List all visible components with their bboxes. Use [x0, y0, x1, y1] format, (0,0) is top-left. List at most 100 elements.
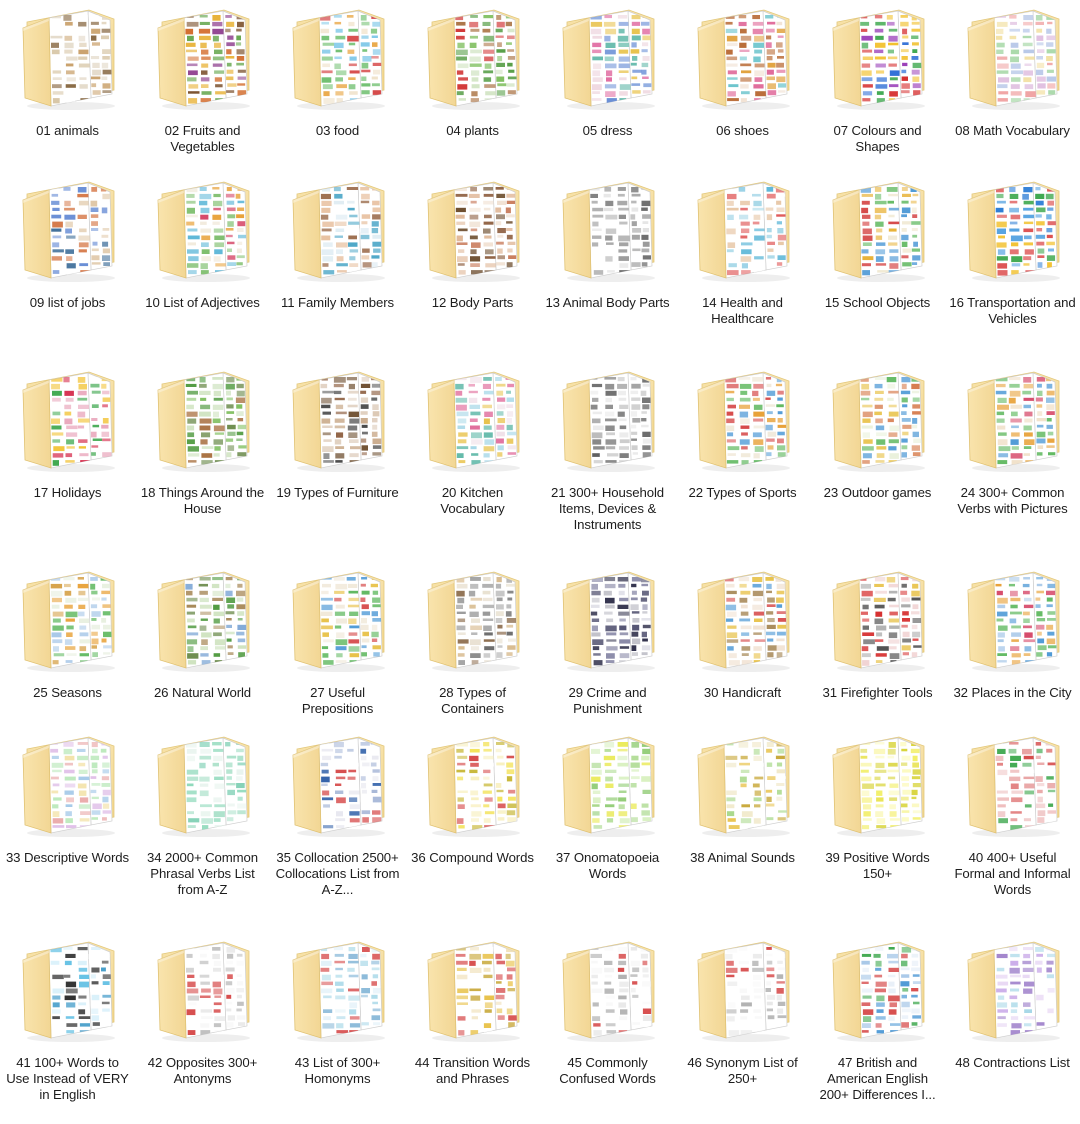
folder-icon[interactable]	[553, 178, 663, 286]
folder-icon[interactable]	[418, 178, 528, 286]
folder-icon[interactable]	[148, 368, 258, 476]
folder-icon[interactable]	[418, 568, 528, 676]
folder-icon[interactable]	[148, 6, 258, 114]
folder-label: 23 Outdoor games	[823, 485, 932, 500]
folder-icon[interactable]	[553, 568, 663, 676]
folder-item-27[interactable]: 27 Useful Prepositions	[270, 562, 405, 727]
folder-item-31[interactable]: 31 Firefighter Tools	[810, 562, 945, 727]
folder-item-22[interactable]: 22 Types of Sports	[675, 362, 810, 562]
folder-item-01[interactable]: 01 animals	[0, 0, 135, 172]
folder-icon[interactable]	[283, 178, 393, 286]
folder-item-08[interactable]: 08 Math Vocabulary	[945, 0, 1080, 172]
folder-icon[interactable]	[418, 6, 528, 114]
folder-icon[interactable]	[958, 733, 1068, 841]
folder-item-34[interactable]: 34 2000+ Common Phrasal Verbs List from …	[135, 727, 270, 932]
folder-icon[interactable]	[283, 938, 393, 1046]
folder-item-39[interactable]: 39 Positive Words 150+	[810, 727, 945, 932]
folder-icon[interactable]	[688, 733, 798, 841]
folder-icon[interactable]	[418, 733, 528, 841]
folder-item-36[interactable]: 36 Compound Words	[405, 727, 540, 932]
folder-item-19[interactable]: 19 Types of Furniture	[270, 362, 405, 562]
folder-icon[interactable]	[553, 938, 663, 1046]
folder-icon[interactable]	[283, 368, 393, 476]
folder-item-44[interactable]: 44 Transition Words and Phrases	[405, 932, 540, 1124]
folder-item-35[interactable]: 35 Collocation 2500+ Collocations List f…	[270, 727, 405, 932]
folder-item-10[interactable]: 10 List of Adjectives	[135, 172, 270, 362]
folder-grid: 01 animals 02 Fruits and Vegetables 03 f…	[0, 0, 1080, 1124]
folder-item-23[interactable]: 23 Outdoor games	[810, 362, 945, 562]
folder-icon[interactable]	[418, 368, 528, 476]
folder-item-16[interactable]: 16 Transportation and Vehicles	[945, 172, 1080, 362]
folder-item-38[interactable]: 38 Animal Sounds	[675, 727, 810, 932]
folder-icon[interactable]	[823, 938, 933, 1046]
folder-icon[interactable]	[688, 938, 798, 1046]
folder-icon[interactable]	[823, 6, 933, 114]
folder-label: 10 List of Adjectives	[145, 295, 260, 310]
folder-item-25[interactable]: 25 Seasons	[0, 562, 135, 727]
folder-item-07[interactable]: 07 Colours and Shapes	[810, 0, 945, 172]
folder-item-26[interactable]: 26 Natural World	[135, 562, 270, 727]
folder-icon[interactable]	[688, 178, 798, 286]
folder-icon[interactable]	[553, 368, 663, 476]
folder-icon[interactable]	[148, 733, 258, 841]
folder-item-43[interactable]: 43 List of 300+ Homonyms	[270, 932, 405, 1124]
folder-icon[interactable]	[13, 178, 123, 286]
folder-item-30[interactable]: 30 Handicraft	[675, 562, 810, 727]
folder-item-37[interactable]: 37 Onomatopoeia Words	[540, 727, 675, 932]
folder-label: 39 Positive Words 150+	[825, 850, 930, 882]
folder-icon[interactable]	[13, 6, 123, 114]
folder-item-42[interactable]: 42 Opposites 300+ Antonyms	[135, 932, 270, 1124]
folder-item-48[interactable]: 48 Contractions List	[945, 932, 1080, 1124]
folder-item-32[interactable]: 32 Places in the City	[945, 562, 1080, 727]
folder-item-03[interactable]: 03 food	[270, 0, 405, 172]
folder-item-33[interactable]: 33 Descriptive Words	[0, 727, 135, 932]
folder-icon[interactable]	[823, 568, 933, 676]
folder-item-28[interactable]: 28 Types of Containers	[405, 562, 540, 727]
folder-icon[interactable]	[688, 6, 798, 114]
folder-item-24[interactable]: 24 300+ Common Verbs with Pictures	[945, 362, 1080, 562]
folder-item-18[interactable]: 18 Things Around the House	[135, 362, 270, 562]
folder-item-02[interactable]: 02 Fruits and Vegetables	[135, 0, 270, 172]
folder-icon[interactable]	[13, 938, 123, 1046]
folder-item-14[interactable]: 14 Health and Healthcare	[675, 172, 810, 362]
folder-icon[interactable]	[283, 733, 393, 841]
folder-icon[interactable]	[418, 938, 528, 1046]
folder-icon[interactable]	[13, 733, 123, 841]
folder-item-06[interactable]: 06 shoes	[675, 0, 810, 172]
folder-icon[interactable]	[553, 733, 663, 841]
folder-item-45[interactable]: 45 Commonly Confused Words	[540, 932, 675, 1124]
folder-icon[interactable]	[688, 368, 798, 476]
folder-item-09[interactable]: 09 list of jobs	[0, 172, 135, 362]
folder-item-40[interactable]: 40 400+ Useful Formal and Informal Words	[945, 727, 1080, 932]
folder-item-21[interactable]: 21 300+ Household Items, Devices & Instr…	[540, 362, 675, 562]
folder-icon[interactable]	[823, 368, 933, 476]
folder-item-20[interactable]: 20 Kitchen Vocabulary	[405, 362, 540, 562]
folder-icon[interactable]	[688, 568, 798, 676]
folder-item-17[interactable]: 17 Holidays	[0, 362, 135, 562]
folder-item-29[interactable]: 29 Crime and Punishment	[540, 562, 675, 727]
folder-item-11[interactable]: 11 Family Members	[270, 172, 405, 362]
folder-icon[interactable]	[958, 938, 1068, 1046]
folder-icon[interactable]	[148, 938, 258, 1046]
folder-item-46[interactable]: 46 Synonym List of 250+	[675, 932, 810, 1124]
folder-icon[interactable]	[283, 568, 393, 676]
folder-icon[interactable]	[13, 368, 123, 476]
folder-icon[interactable]	[958, 368, 1068, 476]
folder-item-04[interactable]: 04 plants	[405, 0, 540, 172]
folder-icon[interactable]	[958, 568, 1068, 676]
folder-icon[interactable]	[148, 178, 258, 286]
folder-item-47[interactable]: 47 British and American English 200+ Dif…	[810, 932, 945, 1124]
folder-item-15[interactable]: 15 School Objects	[810, 172, 945, 362]
folder-icon[interactable]	[823, 178, 933, 286]
folder-icon[interactable]	[13, 568, 123, 676]
folder-item-41[interactable]: 41 100+ Words to Use Instead of VERY in …	[0, 932, 135, 1124]
folder-icon[interactable]	[958, 178, 1068, 286]
folder-icon[interactable]	[283, 6, 393, 114]
folder-item-13[interactable]: 13 Animal Body Parts	[540, 172, 675, 362]
folder-icon[interactable]	[823, 733, 933, 841]
folder-icon[interactable]	[553, 6, 663, 114]
folder-icon[interactable]	[958, 6, 1068, 114]
folder-item-05[interactable]: 05 dress	[540, 0, 675, 172]
folder-icon[interactable]	[148, 568, 258, 676]
folder-item-12[interactable]: 12 Body Parts	[405, 172, 540, 362]
